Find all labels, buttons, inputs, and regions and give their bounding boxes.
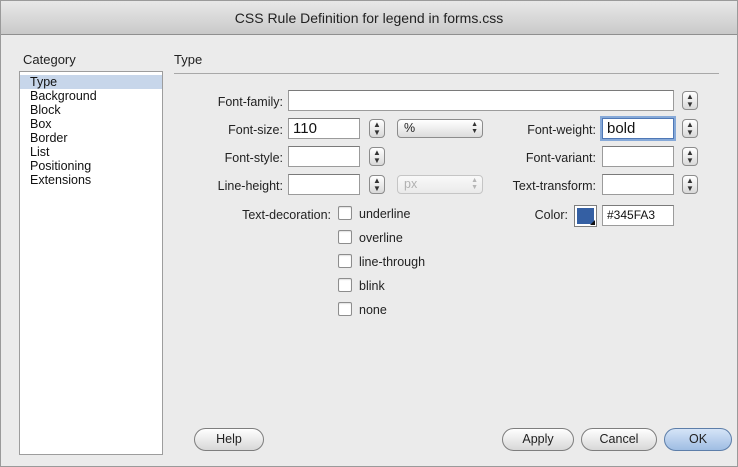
font-variant-dropdown-button[interactable]: ▲ ▼ [682,147,698,166]
line-height-dropdown-button[interactable]: ▲ ▼ [369,175,385,194]
category-item-extensions[interactable]: Extensions [20,173,162,187]
category-item-positioning[interactable]: Positioning [20,159,162,173]
line-height-unit-value: px [404,177,418,191]
category-heading: Category [23,52,76,67]
up-down-arrows-icon: ▲ ▼ [686,148,694,165]
font-style-label: Font-style: [224,151,283,165]
underline-checkbox[interactable] [338,206,352,220]
color-label: Color: [534,208,568,222]
none-label: none [359,303,387,317]
css-rule-dialog: CSS Rule Definition for legend in forms.… [0,0,738,467]
font-size-input[interactable]: 110 [288,118,360,139]
font-weight-input[interactable]: bold [602,118,674,139]
font-variant-input[interactable] [602,146,674,167]
overline-label: overline [359,231,403,245]
font-size-dropdown-button[interactable]: ▲ ▼ [369,119,385,138]
text-decoration-label: Text-decoration: [242,208,331,222]
category-item-list[interactable]: List [20,145,162,159]
font-family-dropdown-button[interactable]: ▲ ▼ [682,91,698,110]
font-weight-label: Font-weight: [527,123,596,137]
category-item-box[interactable]: Box [20,117,162,131]
line-height-input[interactable] [288,174,360,195]
up-down-arrows-icon: ▲ ▼ [686,176,694,193]
ok-button[interactable]: OK [664,428,732,451]
category-item-type[interactable]: Type [20,75,162,89]
font-style-input[interactable] [288,146,360,167]
font-size-label: Font-size: [228,123,283,137]
text-transform-dropdown-button[interactable]: ▲ ▼ [682,175,698,194]
blink-label: blink [359,279,385,293]
cancel-button[interactable]: Cancel [581,428,657,451]
font-size-unit-select[interactable]: % ▲ ▼ [397,119,483,138]
window-title: CSS Rule Definition for legend in forms.… [1,1,737,35]
select-arrows-icon: ▲ ▼ [471,121,478,135]
blink-checkbox[interactable] [338,278,352,292]
up-down-arrows-icon: ▲ ▼ [686,92,694,109]
underline-label: underline [359,207,411,221]
overline-checkbox[interactable] [338,230,352,244]
font-size-unit-value: % [404,121,416,135]
none-checkbox[interactable] [338,302,352,316]
up-down-arrows-icon: ▲ ▼ [373,120,381,137]
line-through-checkbox[interactable] [338,254,352,268]
line-through-label: line-through [359,255,426,269]
section-divider [174,73,719,74]
font-style-dropdown-button[interactable]: ▲ ▼ [369,147,385,166]
section-title: Type [174,52,203,67]
category-item-border[interactable]: Border [20,131,162,145]
up-down-arrows-icon: ▲ ▼ [373,176,381,193]
font-weight-dropdown-button[interactable]: ▲ ▼ [682,119,698,138]
text-transform-label: Text-transform: [512,179,596,193]
color-picker-button[interactable] [574,205,597,227]
text-transform-input[interactable] [602,174,674,195]
line-height-unit-select: px ▲ ▼ [397,175,483,194]
font-family-input[interactable] [288,90,674,111]
category-item-block[interactable]: Block [20,103,162,117]
up-down-arrows-icon: ▲ ▼ [686,120,694,137]
color-picker-arrow-icon [590,220,595,225]
line-height-label: Line-height: [217,179,283,193]
category-list: Type Background Block Box Border List Po… [19,71,163,455]
apply-button[interactable]: Apply [502,428,574,451]
category-item-background[interactable]: Background [20,89,162,103]
font-family-label: Font-family: [217,95,283,109]
select-arrows-icon: ▲ ▼ [471,177,478,191]
color-hex-input[interactable]: #345FA3 [602,205,674,226]
help-button[interactable]: Help [194,428,264,451]
up-down-arrows-icon: ▲ ▼ [373,148,381,165]
font-variant-label: Font-variant: [525,151,596,165]
